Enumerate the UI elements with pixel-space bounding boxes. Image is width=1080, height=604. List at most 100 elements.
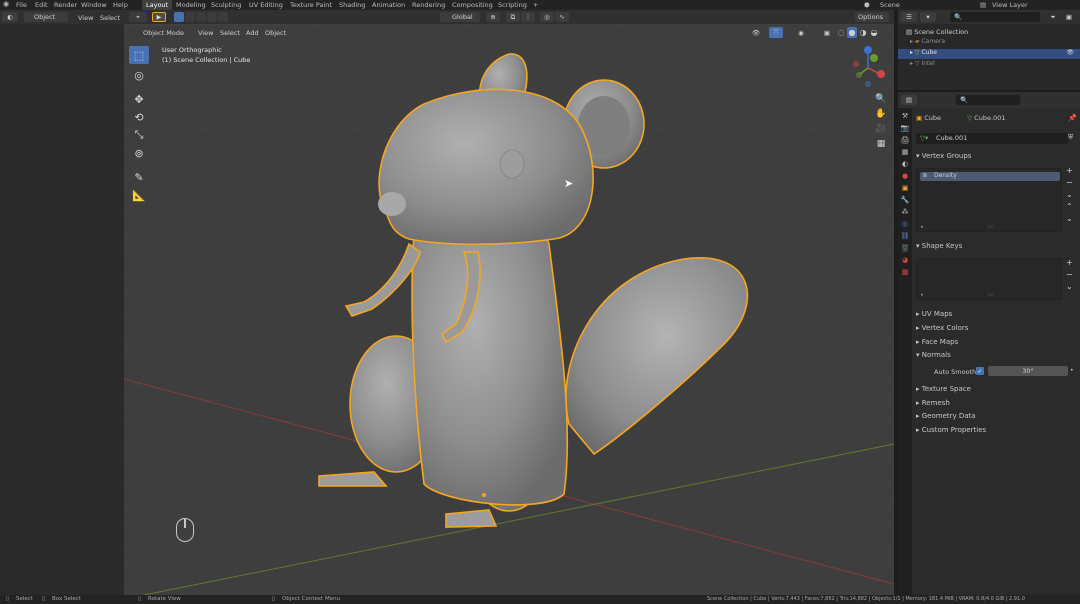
shape-key-specials-icon[interactable]: ⌄ <box>1066 282 1073 291</box>
list-filter-arrow-icon[interactable]: ▸ <box>921 224 924 230</box>
object-tab-icon[interactable]: ▣ <box>902 184 909 192</box>
remove-shape-key-icon[interactable]: − <box>1066 270 1073 279</box>
menu-window[interactable]: Window <box>81 1 107 9</box>
axis-gizmo-svg[interactable] <box>846 44 890 88</box>
shape-keys-panel-header[interactable]: ▾ Shape Keys <box>916 242 962 250</box>
menu-help[interactable]: Help <box>113 1 128 9</box>
proportional-edit-button[interactable]: ◎ <box>540 12 554 22</box>
world-tab-icon[interactable]: ● <box>902 172 908 180</box>
properties-search-input[interactable]: 🔍 <box>956 95 1020 105</box>
move-down-icon[interactable]: ⌄ <box>1066 214 1073 223</box>
physics-tab-icon[interactable]: ◎ <box>902 220 908 228</box>
viewport-add-menu[interactable]: Add <box>246 29 259 37</box>
left-view-menu[interactable]: View <box>78 14 93 22</box>
tab-sculpting[interactable]: Sculpting <box>211 1 241 9</box>
list-resize-handle-icon[interactable]: :::: <box>987 224 994 230</box>
view-layer-name[interactable]: View Layer <box>992 1 1028 9</box>
vertex-group-item[interactable]: ⧈ Density <box>920 172 1060 181</box>
gizmo-neg-z-icon[interactable] <box>865 81 871 87</box>
custom-properties-panel-header[interactable]: ▸ Custom Properties <box>916 426 986 434</box>
rotate-tool-icon[interactable]: ⟲ <box>129 108 149 126</box>
scene-tab-icon[interactable]: ◐ <box>902 160 908 168</box>
editor-type-3d-button[interactable]: ⌖ <box>129 12 147 22</box>
tab-compositing[interactable]: Compositing <box>452 1 493 9</box>
tool-tab-icon[interactable]: ⚒ <box>902 112 908 120</box>
properties-editor-type-button[interactable]: ▤ <box>901 95 917 105</box>
transform-orientation-dropdown[interactable]: Global <box>440 12 480 22</box>
outliner-search-input[interactable]: 🔍 <box>950 12 1040 22</box>
menu-render[interactable]: Render <box>54 1 77 9</box>
annotate-tool-icon[interactable]: ✎ <box>129 168 149 186</box>
fake-user-shield-icon[interactable]: ⛨ <box>1068 133 1073 142</box>
pivot-point-button[interactable]: ⊕ <box>486 12 500 22</box>
mesh-datablock-field[interactable]: ▽▾ Cube.001 <box>916 133 1068 144</box>
zoom-icon[interactable]: 🔍 <box>875 94 886 104</box>
vertex-colors-panel-header[interactable]: ▸ Vertex Colors <box>916 324 968 332</box>
model-body[interactable] <box>411 225 569 506</box>
auto-smooth-angle-field[interactable]: 30° <box>988 366 1068 376</box>
select-mode-extend-button[interactable] <box>185 12 195 22</box>
navigation-gizmo[interactable] <box>846 44 890 88</box>
transform-tool-icon[interactable]: ⊚ <box>129 144 149 162</box>
tab-rendering[interactable]: Rendering <box>412 1 445 9</box>
pan-hand-icon[interactable]: ✋ <box>875 109 886 119</box>
remesh-panel-header[interactable]: ▸ Remesh <box>916 399 950 407</box>
list-filter-arrow-icon[interactable]: ▸ <box>921 292 924 298</box>
outliner-editor-type-button[interactable]: ☰ <box>901 12 917 22</box>
blender-logo-icon[interactable]: ◉ <box>3 0 9 8</box>
camera-view-icon[interactable]: 🎥 <box>875 124 886 134</box>
options-dropdown[interactable]: Options <box>855 12 889 22</box>
tab-animation[interactable]: Animation <box>372 1 405 9</box>
model-head[interactable] <box>378 88 594 246</box>
select-mode-subtract-button[interactable] <box>196 12 206 22</box>
add-workspace-icon[interactable]: + <box>533 1 538 9</box>
scene-name[interactable]: Scene <box>880 1 900 9</box>
select-tool-active-button[interactable]: ▶ <box>152 12 166 22</box>
material-tab-icon[interactable]: ◕ <box>902 256 908 264</box>
menu-edit[interactable]: Edit <box>35 1 48 9</box>
gizmo-x-icon[interactable] <box>877 70 885 78</box>
tab-layout[interactable]: Layout <box>142 0 173 10</box>
menu-file[interactable]: File <box>16 1 27 9</box>
left-select-menu[interactable]: Select <box>100 14 120 22</box>
visibility-button[interactable]: 👁 <box>749 27 763 38</box>
shading-material-button[interactable]: ◑ <box>858 27 868 38</box>
viewport-select-menu[interactable]: Select <box>220 29 240 37</box>
gizmo-z-icon[interactable] <box>864 46 872 54</box>
pin-icon[interactable]: 📌 <box>1068 114 1077 122</box>
editor-type-button[interactable]: ◐ <box>2 12 18 22</box>
view-layer-tab-icon[interactable]: ▦ <box>902 148 909 156</box>
select-box-tool-icon[interactable]: ⬚ <box>129 46 149 64</box>
outliner-new-collection-button[interactable]: ▣ <box>1062 12 1076 22</box>
select-mode-set-button[interactable] <box>174 12 184 22</box>
particles-tab-icon[interactable]: ⁂ <box>902 208 909 216</box>
grid-toggle-icon[interactable]: ▦ <box>877 139 886 149</box>
scale-tool-icon[interactable]: ⤡ <box>129 126 149 144</box>
object-mode-dropdown[interactable]: Object Mode <box>129 27 185 38</box>
tab-shading[interactable]: Shading <box>339 1 365 9</box>
texture-tab-icon[interactable]: ▩ <box>902 268 909 276</box>
proportional-falloff-button[interactable]: ∿ <box>555 12 569 22</box>
outliner-root-row[interactable]: ▤ Scene Collection <box>906 28 968 36</box>
measure-tool-icon[interactable]: 📐 <box>129 186 149 204</box>
render-tab-icon[interactable]: 📷 <box>901 124 910 132</box>
shape-keys-list[interactable]: :::: ▸ <box>916 258 1062 300</box>
tab-uv-editing[interactable]: UV Editing <box>249 1 283 9</box>
select-mode-intersect-button[interactable] <box>218 12 228 22</box>
data-tab-icon[interactable]: ▽ <box>902 244 908 252</box>
tab-texture-paint[interactable]: Texture Paint <box>290 1 332 9</box>
add-shape-key-icon[interactable]: + <box>1066 258 1073 267</box>
keyframe-dot-icon[interactable]: • <box>1070 367 1074 374</box>
vertex-groups-list[interactable]: ⧈ Density :::: ▸ <box>916 168 1062 232</box>
uv-maps-panel-header[interactable]: ▸ UV Maps <box>916 310 952 318</box>
tab-scripting[interactable]: Scripting <box>498 1 527 9</box>
snap-target-button[interactable]: ⋮ <box>521 12 535 22</box>
outliner-display-mode-button[interactable]: ▾ <box>920 12 936 22</box>
viewport-view-menu[interactable]: View <box>198 29 213 37</box>
snap-toggle-button[interactable]: ⧉ <box>506 12 520 22</box>
viewport-scene-svg[interactable] <box>124 24 894 595</box>
model-snout[interactable] <box>378 192 406 216</box>
3d-viewport[interactable]: Object Mode View Select Add Object 👁 ⤧ ◉… <box>124 24 894 595</box>
texture-space-panel-header[interactable]: ▸ Texture Space <box>916 385 971 393</box>
viewport-object-menu[interactable]: Object <box>265 29 286 37</box>
